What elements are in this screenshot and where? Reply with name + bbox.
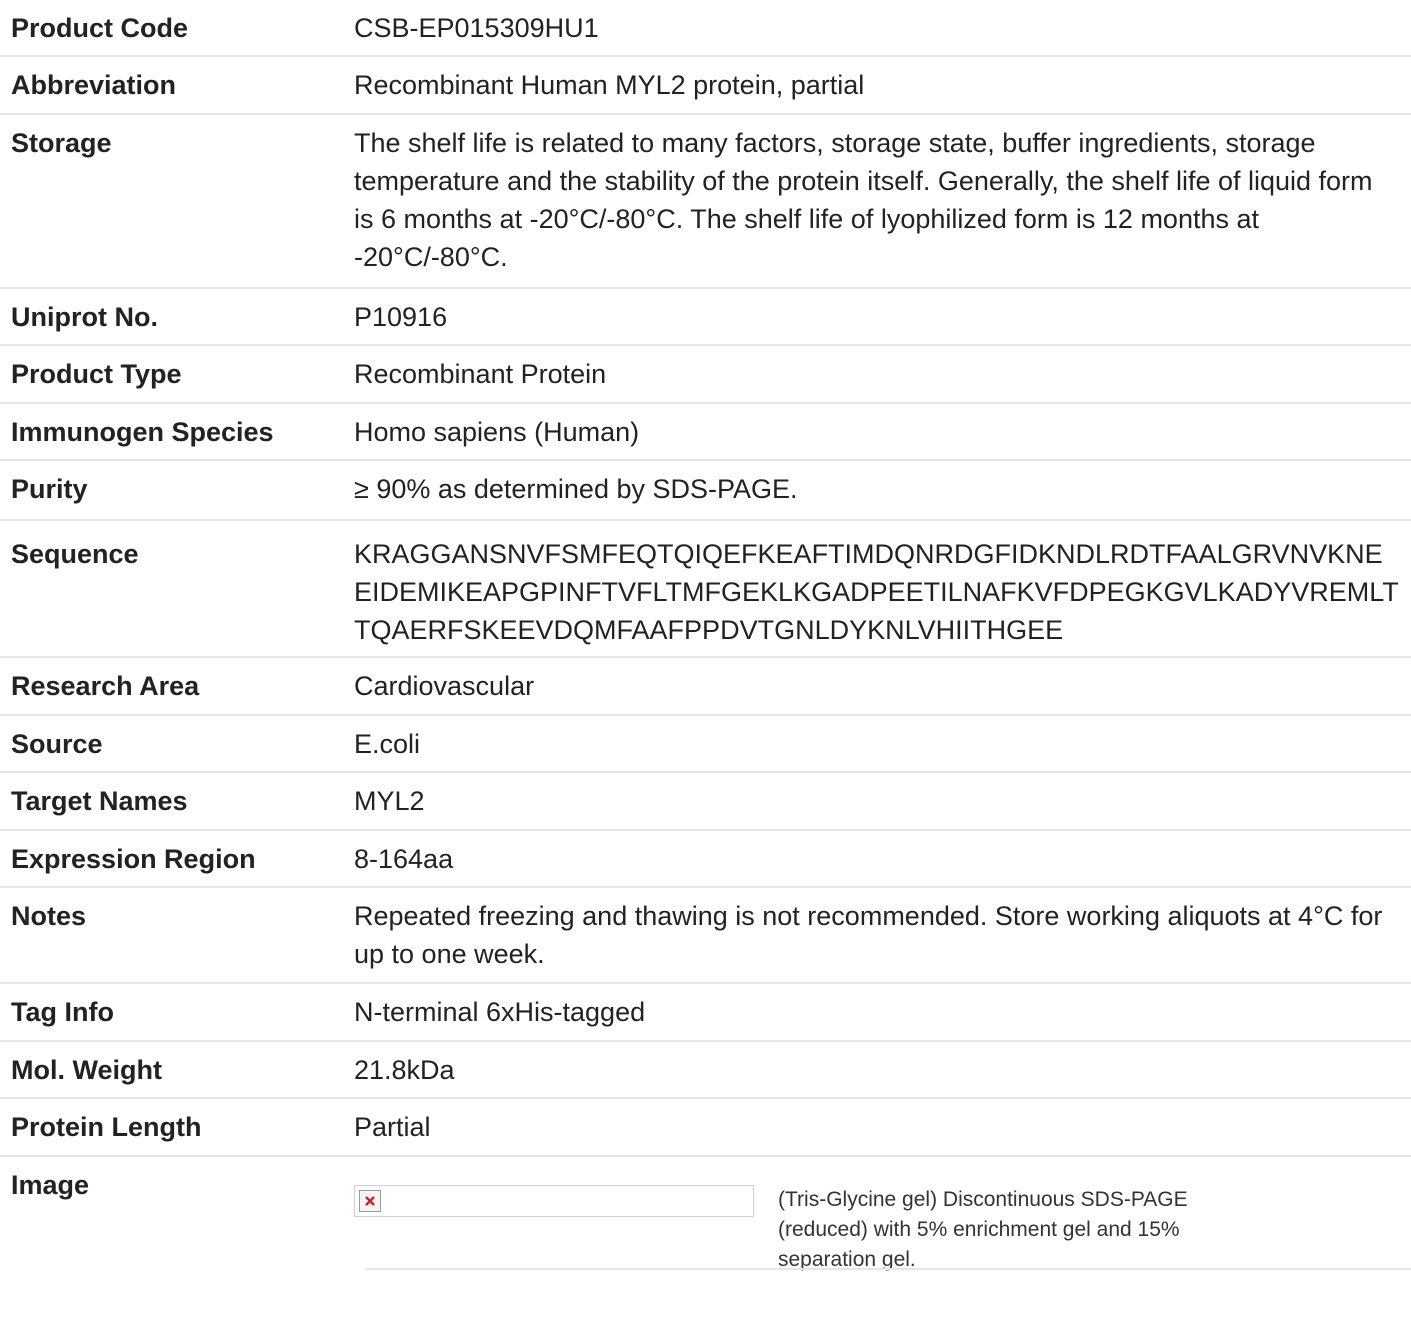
spec-value: Recombinant Protein xyxy=(354,359,607,389)
spec-row-research-area: Research Area Cardiovascular xyxy=(0,658,1411,716)
spec-row-mol-weight: Mol. Weight 21.8kDa xyxy=(0,1042,1411,1099)
broken-image-icon xyxy=(359,1190,381,1212)
spec-value: 8-164aa xyxy=(354,844,454,874)
spec-label: Purity xyxy=(11,474,88,504)
spec-value: P10916 xyxy=(354,302,448,332)
spec-label: Protein Length xyxy=(11,1112,202,1142)
spec-label: Mol. Weight xyxy=(11,1055,162,1085)
spec-row-image: Image (Tris-Glycine gel) Discontinuous S… xyxy=(0,1157,1411,1307)
spec-value: MYL2 xyxy=(354,786,425,816)
spec-row-product-type: Product Type Recombinant Protein xyxy=(0,346,1411,404)
spec-label: Storage xyxy=(11,128,112,158)
spec-label: Abbreviation xyxy=(11,70,177,100)
spec-value: N-terminal 6xHis-tagged xyxy=(354,997,646,1027)
spec-value: ≥ 90% as determined by SDS-PAGE. xyxy=(354,474,798,504)
spec-row-source: Source E.coli xyxy=(0,716,1411,773)
spec-value: KRAGGANSNVFSMFEQTQIQEFKEAFTIMDQNRDGFIDKN… xyxy=(354,539,1399,645)
spec-row-immunogen-species: Immunogen Species Homo sapiens (Human) xyxy=(0,404,1411,461)
spec-value: Repeated freezing and thawing is not rec… xyxy=(354,901,1383,969)
spec-row-tag-info: Tag Info N-terminal 6xHis-tagged xyxy=(0,984,1411,1042)
spec-row-abbreviation: Abbreviation Recombinant Human MYL2 prot… xyxy=(0,57,1411,115)
spec-value: The shelf life is related to many factor… xyxy=(354,128,1373,272)
spec-value: 21.8kDa xyxy=(354,1055,455,1085)
image-cell: (Tris-Glycine gel) Discontinuous SDS-PAG… xyxy=(354,1166,1411,1307)
spec-row-target-names: Target Names MYL2 xyxy=(0,773,1411,831)
spec-label: Expression Region xyxy=(11,844,256,874)
spec-label: Image xyxy=(11,1170,90,1200)
spec-value: Cardiovascular xyxy=(354,671,535,701)
spec-label: Tag Info xyxy=(11,997,114,1027)
spec-label: Target Names xyxy=(11,786,188,816)
spec-value: Partial xyxy=(354,1112,431,1142)
product-spec-table: Product Code CSB-EP015309HU1 Abbreviatio… xyxy=(0,0,1411,1307)
image-block: (Tris-Glycine gel) Discontinuous SDS-PAG… xyxy=(354,1185,1399,1275)
spec-label: Product Code xyxy=(11,13,189,43)
spec-row-notes: Notes Repeated freezing and thawing is n… xyxy=(0,888,1411,984)
spec-label: Immunogen Species xyxy=(11,417,274,447)
spec-row-protein-length: Protein Length Partial xyxy=(0,1099,1411,1157)
spec-label: Product Type xyxy=(11,359,182,389)
spec-value: CSB-EP015309HU1 xyxy=(354,13,599,43)
image-caption: (Tris-Glycine gel) Discontinuous SDS-PAG… xyxy=(778,1188,1188,1271)
spec-label: Uniprot No. xyxy=(11,302,158,332)
spec-label: Research Area xyxy=(11,671,200,701)
product-image[interactable] xyxy=(354,1185,754,1217)
spec-row-storage: Storage The shelf life is related to man… xyxy=(0,115,1411,289)
spec-value: Recombinant Human MYL2 protein, partial xyxy=(354,70,865,100)
spec-row-purity: Purity ≥ 90% as determined by SDS-PAGE. xyxy=(0,461,1411,521)
spec-value: Homo sapiens (Human) xyxy=(354,417,640,447)
spec-label: Notes xyxy=(11,901,87,931)
image-divider xyxy=(365,1268,1411,1270)
spec-value: E.coli xyxy=(354,729,421,759)
spec-label: Sequence xyxy=(11,539,139,569)
spec-row-expression-region: Expression Region 8-164aa xyxy=(0,831,1411,888)
spec-label: Source xyxy=(11,729,103,759)
spec-row-uniprot: Uniprot No. P10916 xyxy=(0,289,1411,346)
spec-row-sequence: Sequence KRAGGANSNVFSMFEQTQIQEFKEAFTIMDQ… xyxy=(0,521,1411,658)
spec-row-product-code: Product Code CSB-EP015309HU1 xyxy=(0,0,1411,57)
